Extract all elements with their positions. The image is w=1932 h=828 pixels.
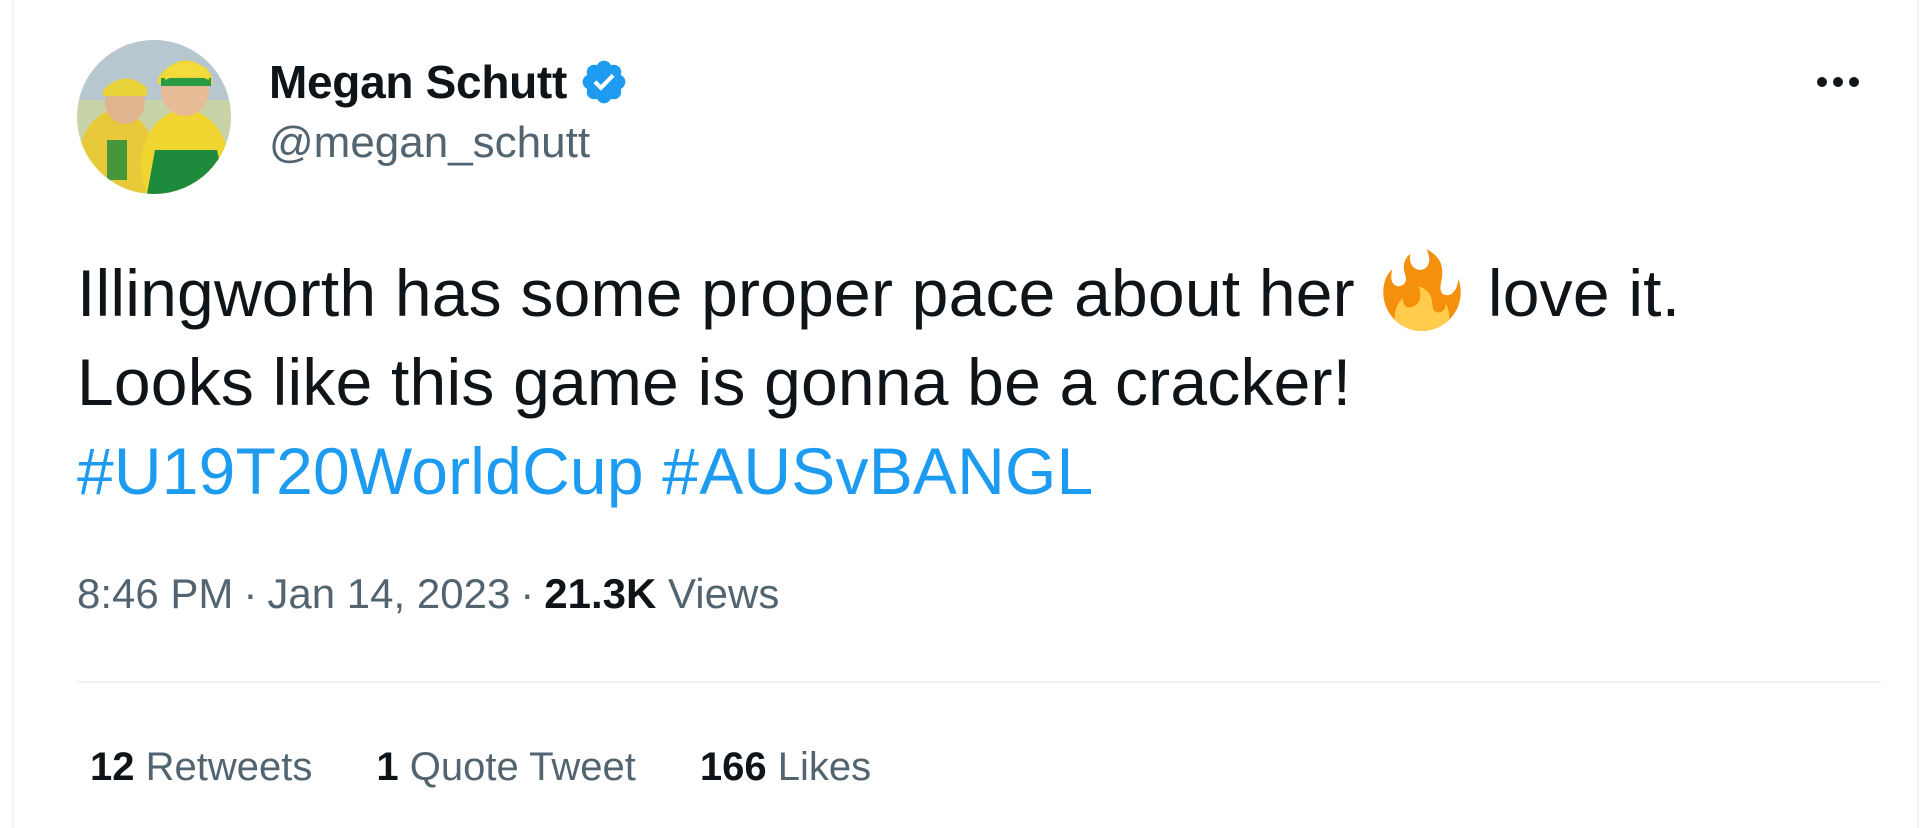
- tweet-text: Illingworth has some proper pace about h…: [77, 248, 1877, 516]
- tweet-text-segment: Illingworth has some proper pace about h…: [77, 256, 1355, 330]
- verified-badge-icon: [579, 57, 629, 107]
- tweet-hashtags: #U19T20WorldCup #AUSvBANGL: [77, 427, 1877, 516]
- tweet-date[interactable]: Jan 14, 2023: [267, 570, 510, 617]
- tweet-meta: 8:46 PM · Jan 14, 2023 · 21.3K Views: [77, 570, 779, 618]
- likes-count: 166: [699, 745, 767, 789]
- tweet-card: Megan Schutt @megan_schutt Illingworth h…: [12, 0, 1919, 828]
- meta-separator: ·: [243, 570, 258, 617]
- hashtag-link[interactable]: #AUSvBANGL: [662, 434, 1093, 508]
- tweet-text-line-1: Illingworth has some proper pace about h…: [77, 248, 1877, 338]
- likes-stat[interactable]: 166 Likes: [700, 745, 871, 790]
- quote-tweets-stat[interactable]: 1 Quote Tweet: [376, 745, 635, 790]
- tweet-text-segment: love it.: [1487, 256, 1681, 330]
- author-handle[interactable]: @megan_schutt: [269, 118, 590, 168]
- quote-tweets-label: Quote Tweet: [409, 745, 636, 789]
- avatar[interactable]: [77, 40, 231, 194]
- views-count: 21.3K: [544, 570, 657, 617]
- hashtag-link[interactable]: #U19T20WorldCup: [77, 434, 644, 508]
- quote-tweets-count: 1: [376, 745, 399, 789]
- views-label: Views: [668, 570, 780, 617]
- divider: [77, 681, 1881, 683]
- fire-emoji-icon: [1381, 248, 1463, 332]
- tweet-text-line-2: Looks like this game is gonna be a crack…: [77, 345, 1352, 419]
- more-options-button[interactable]: [1808, 60, 1868, 104]
- retweets-stat[interactable]: 12 Retweets: [90, 745, 312, 790]
- likes-label: Likes: [777, 745, 872, 789]
- tweet-time[interactable]: 8:46 PM: [77, 570, 233, 617]
- meta-separator: ·: [520, 570, 535, 617]
- author-display-name[interactable]: Megan Schutt: [269, 55, 567, 109]
- more-horizontal-icon: [1817, 77, 1859, 87]
- author-name-row[interactable]: Megan Schutt: [269, 52, 629, 112]
- profile-photo-icon: [77, 40, 231, 194]
- retweets-label: Retweets: [145, 745, 313, 789]
- retweets-count: 12: [90, 745, 135, 789]
- engagement-stats: 12 Retweets 1 Quote Tweet 166 Likes: [90, 745, 871, 790]
